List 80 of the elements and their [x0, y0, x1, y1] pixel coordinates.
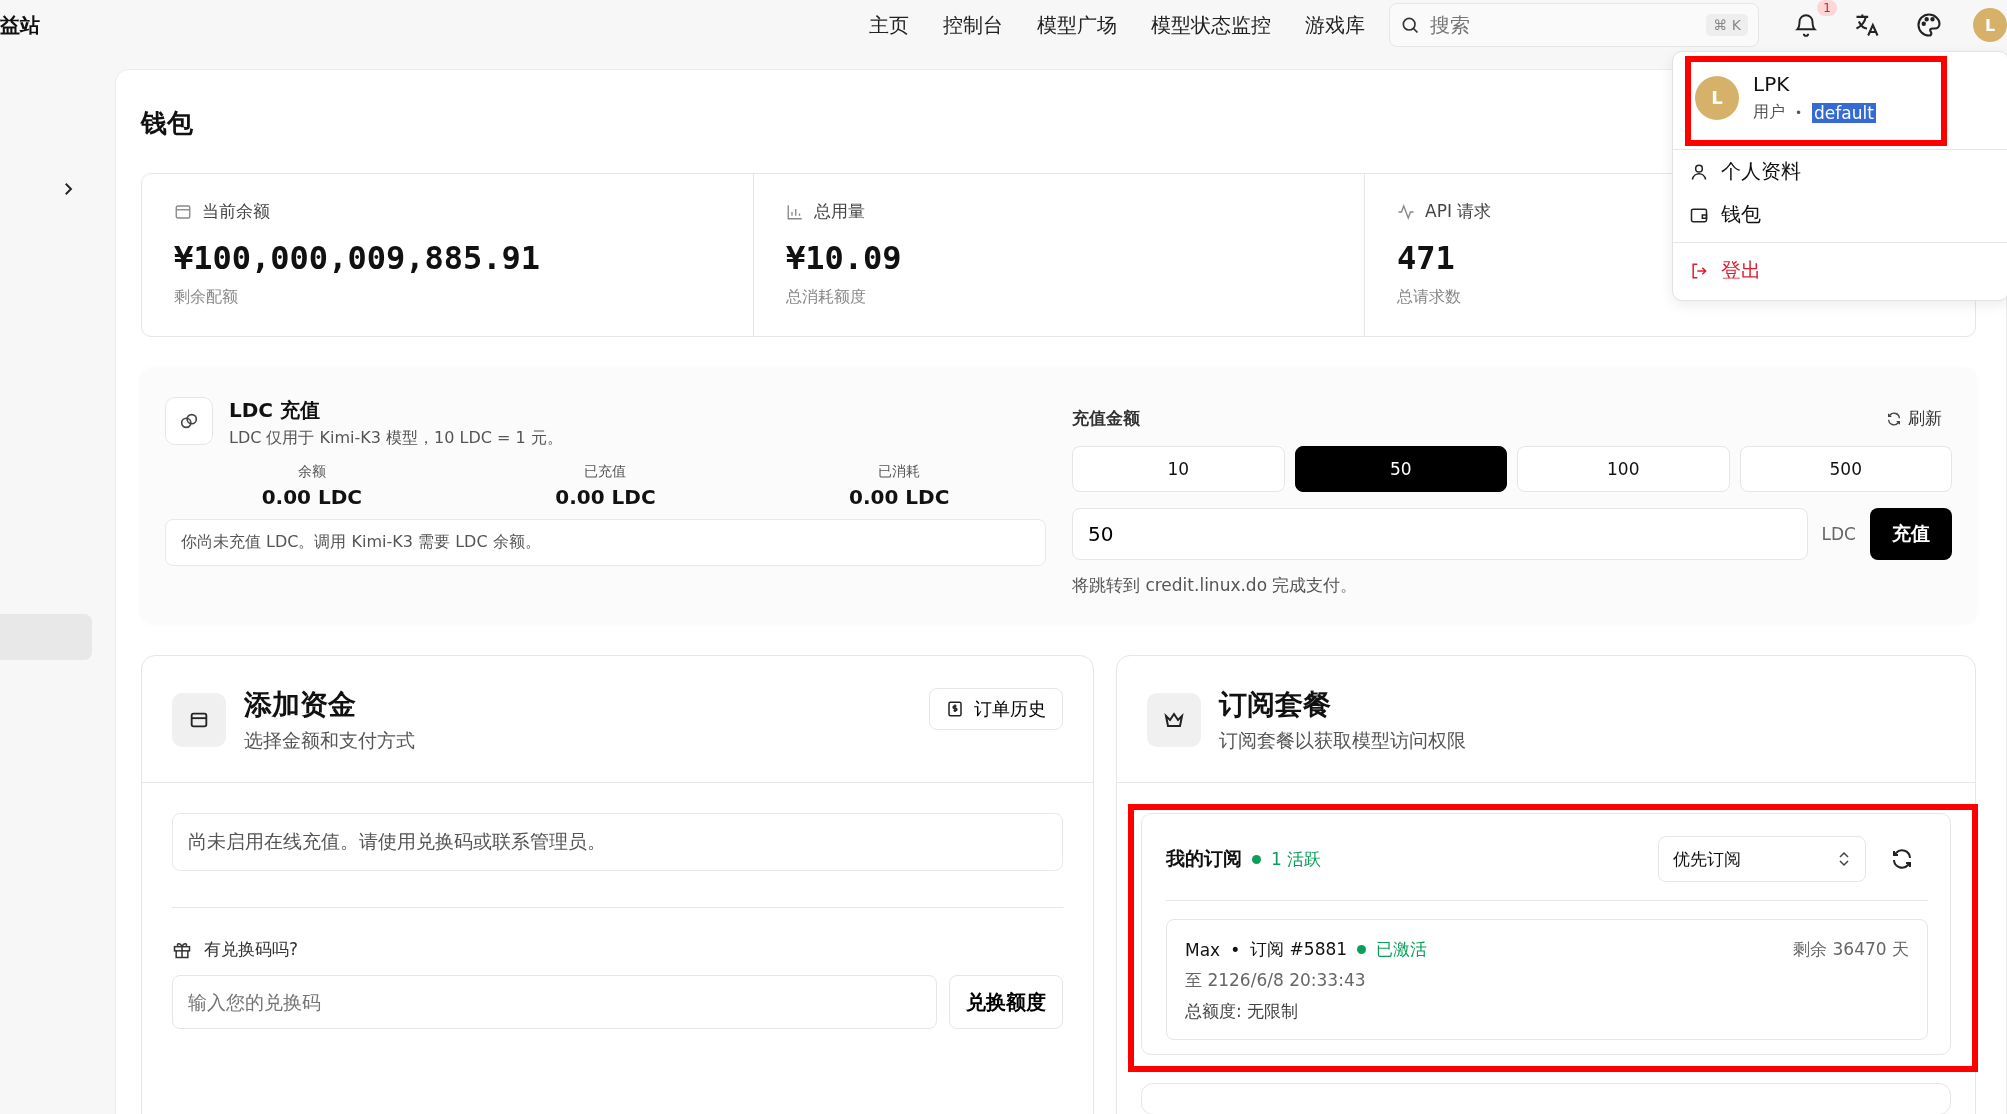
user-group: default: [1812, 102, 1876, 123]
page-title: 钱包: [141, 107, 193, 140]
order-history-button[interactable]: 订单历史: [929, 688, 1063, 730]
sort-select[interactable]: 优先订阅: [1658, 836, 1866, 882]
subscription-status: 已激活: [1376, 938, 1428, 961]
amount-field[interactable]: 50: [1072, 508, 1808, 560]
receipt-icon: [946, 700, 964, 718]
subscription-id: 订阅 #5881: [1250, 938, 1348, 961]
ldc-stat-value: 0.00 LDC: [261, 485, 362, 509]
stat-value: 471: [1397, 239, 1455, 277]
chevrons-icon: [1837, 851, 1851, 867]
stat-label: 总用量: [814, 200, 865, 223]
card-subtitle: 选择金额和支付方式: [244, 728, 416, 753]
user-name: LPK: [1753, 72, 1791, 96]
plan-name: Max: [1185, 939, 1221, 960]
refresh-icon[interactable]: [1890, 847, 1914, 871]
refresh-button[interactable]: 刷新: [1876, 407, 1952, 430]
user-avatar: L: [1695, 75, 1739, 120]
separator: •: [1795, 105, 1803, 120]
ldc-notice: 你尚未充值 LDC。调用 Kimi-K3 需要 LDC 余额。: [165, 519, 1046, 566]
palette-icon[interactable]: [1915, 11, 1943, 39]
search-icon: [1400, 15, 1420, 35]
link-icon: [165, 397, 213, 445]
nav-link[interactable]: 主页: [869, 11, 909, 39]
nav-link[interactable]: 控制台: [943, 11, 1003, 39]
section-label: 我的订阅: [1166, 846, 1242, 871]
unit-label: LDC: [1821, 524, 1856, 544]
status-dot: [1357, 945, 1367, 954]
wallet-icon: [174, 202, 192, 221]
stat-value: ¥10.09: [786, 239, 902, 277]
ldc-title: LDC 充值: [229, 397, 321, 424]
stat-caption: 总消耗额度: [786, 287, 866, 308]
ldc-stat-label: 已消耗: [878, 463, 921, 481]
active-count: 1 活跃: [1271, 847, 1322, 871]
stat-caption: 剩余配额: [174, 287, 238, 308]
recharge-button[interactable]: 充值: [1870, 508, 1952, 560]
refresh-icon: [1886, 410, 1902, 427]
recharge-notice: 尚未启用在线充值。请使用兑换码或联系管理员。: [172, 813, 1063, 871]
amount-option[interactable]: 100: [1517, 446, 1730, 492]
wallet-icon: [172, 693, 226, 747]
search-field[interactable]: 搜索: [1428, 12, 1699, 38]
site-name[interactable]: 益站: [0, 11, 40, 39]
user-role: 用户: [1753, 102, 1785, 123]
stat-label: 当前余额: [202, 200, 270, 223]
redeem-button[interactable]: 兑换额度: [949, 975, 1063, 1029]
crown-icon: [1147, 693, 1201, 747]
bar-chart-icon: [786, 202, 804, 221]
menu-item[interactable]: 个人资料: [1673, 150, 2007, 193]
nav-link[interactable]: 模型状态监控: [1151, 11, 1271, 39]
stat-label: API 请求: [1425, 200, 1492, 223]
status-dot: [1252, 854, 1261, 864]
expiry-date: 至 2126/6/8 20:33:43: [1185, 969, 1367, 992]
card-title: 添加资金: [244, 687, 357, 723]
nav-link[interactable]: 模型广场: [1037, 11, 1117, 39]
amount-option[interactable]: 500: [1739, 446, 1952, 492]
stat-value: ¥100,000,009,885.91: [174, 239, 541, 277]
notification-icon[interactable]: [1793, 12, 1819, 38]
ldc-stat-value: 0.00 LDC: [555, 485, 656, 509]
separator: •: [1230, 939, 1241, 960]
redeem-label: 有兑换码吗?: [204, 938, 299, 961]
menu-item[interactable]: 钱包: [1673, 193, 2007, 236]
ldc-description: LDC 仅用于 Kimi-K3 模型，10 LDC = 1 元。: [229, 428, 563, 449]
menu-item[interactable]: 登出: [1673, 249, 2007, 292]
ldc-stat-label: 余额: [297, 463, 326, 481]
quota-text: 总额度: 无限制: [1185, 1000, 1300, 1023]
payment-hint: 将跳转到 credit.linux.do 完成支付。: [1072, 574, 1359, 597]
amount-label: 充值金额: [1072, 407, 1140, 430]
redeem-code-field[interactable]: 输入您的兑换码: [172, 975, 937, 1029]
stat-caption: 总请求数: [1397, 287, 1461, 308]
remaining-days: 剩余 36470 天: [1793, 938, 1909, 961]
ldc-stat-label: 已充值: [584, 463, 627, 481]
notification-badge: 1: [1817, 0, 1837, 16]
card-title: 订阅套餐: [1219, 687, 1332, 723]
amount-option[interactable]: 10: [1072, 446, 1285, 492]
shortcut-hint: ⌘ K: [1706, 14, 1748, 36]
card-subtitle: 订阅套餐以获取模型访问权限: [1219, 728, 1467, 753]
amount-option[interactable]: 50: [1294, 446, 1507, 492]
nav-link[interactable]: 游戏库: [1305, 11, 1365, 39]
activity-icon: [1397, 202, 1415, 221]
ldc-stat-value: 0.00 LDC: [849, 485, 950, 509]
